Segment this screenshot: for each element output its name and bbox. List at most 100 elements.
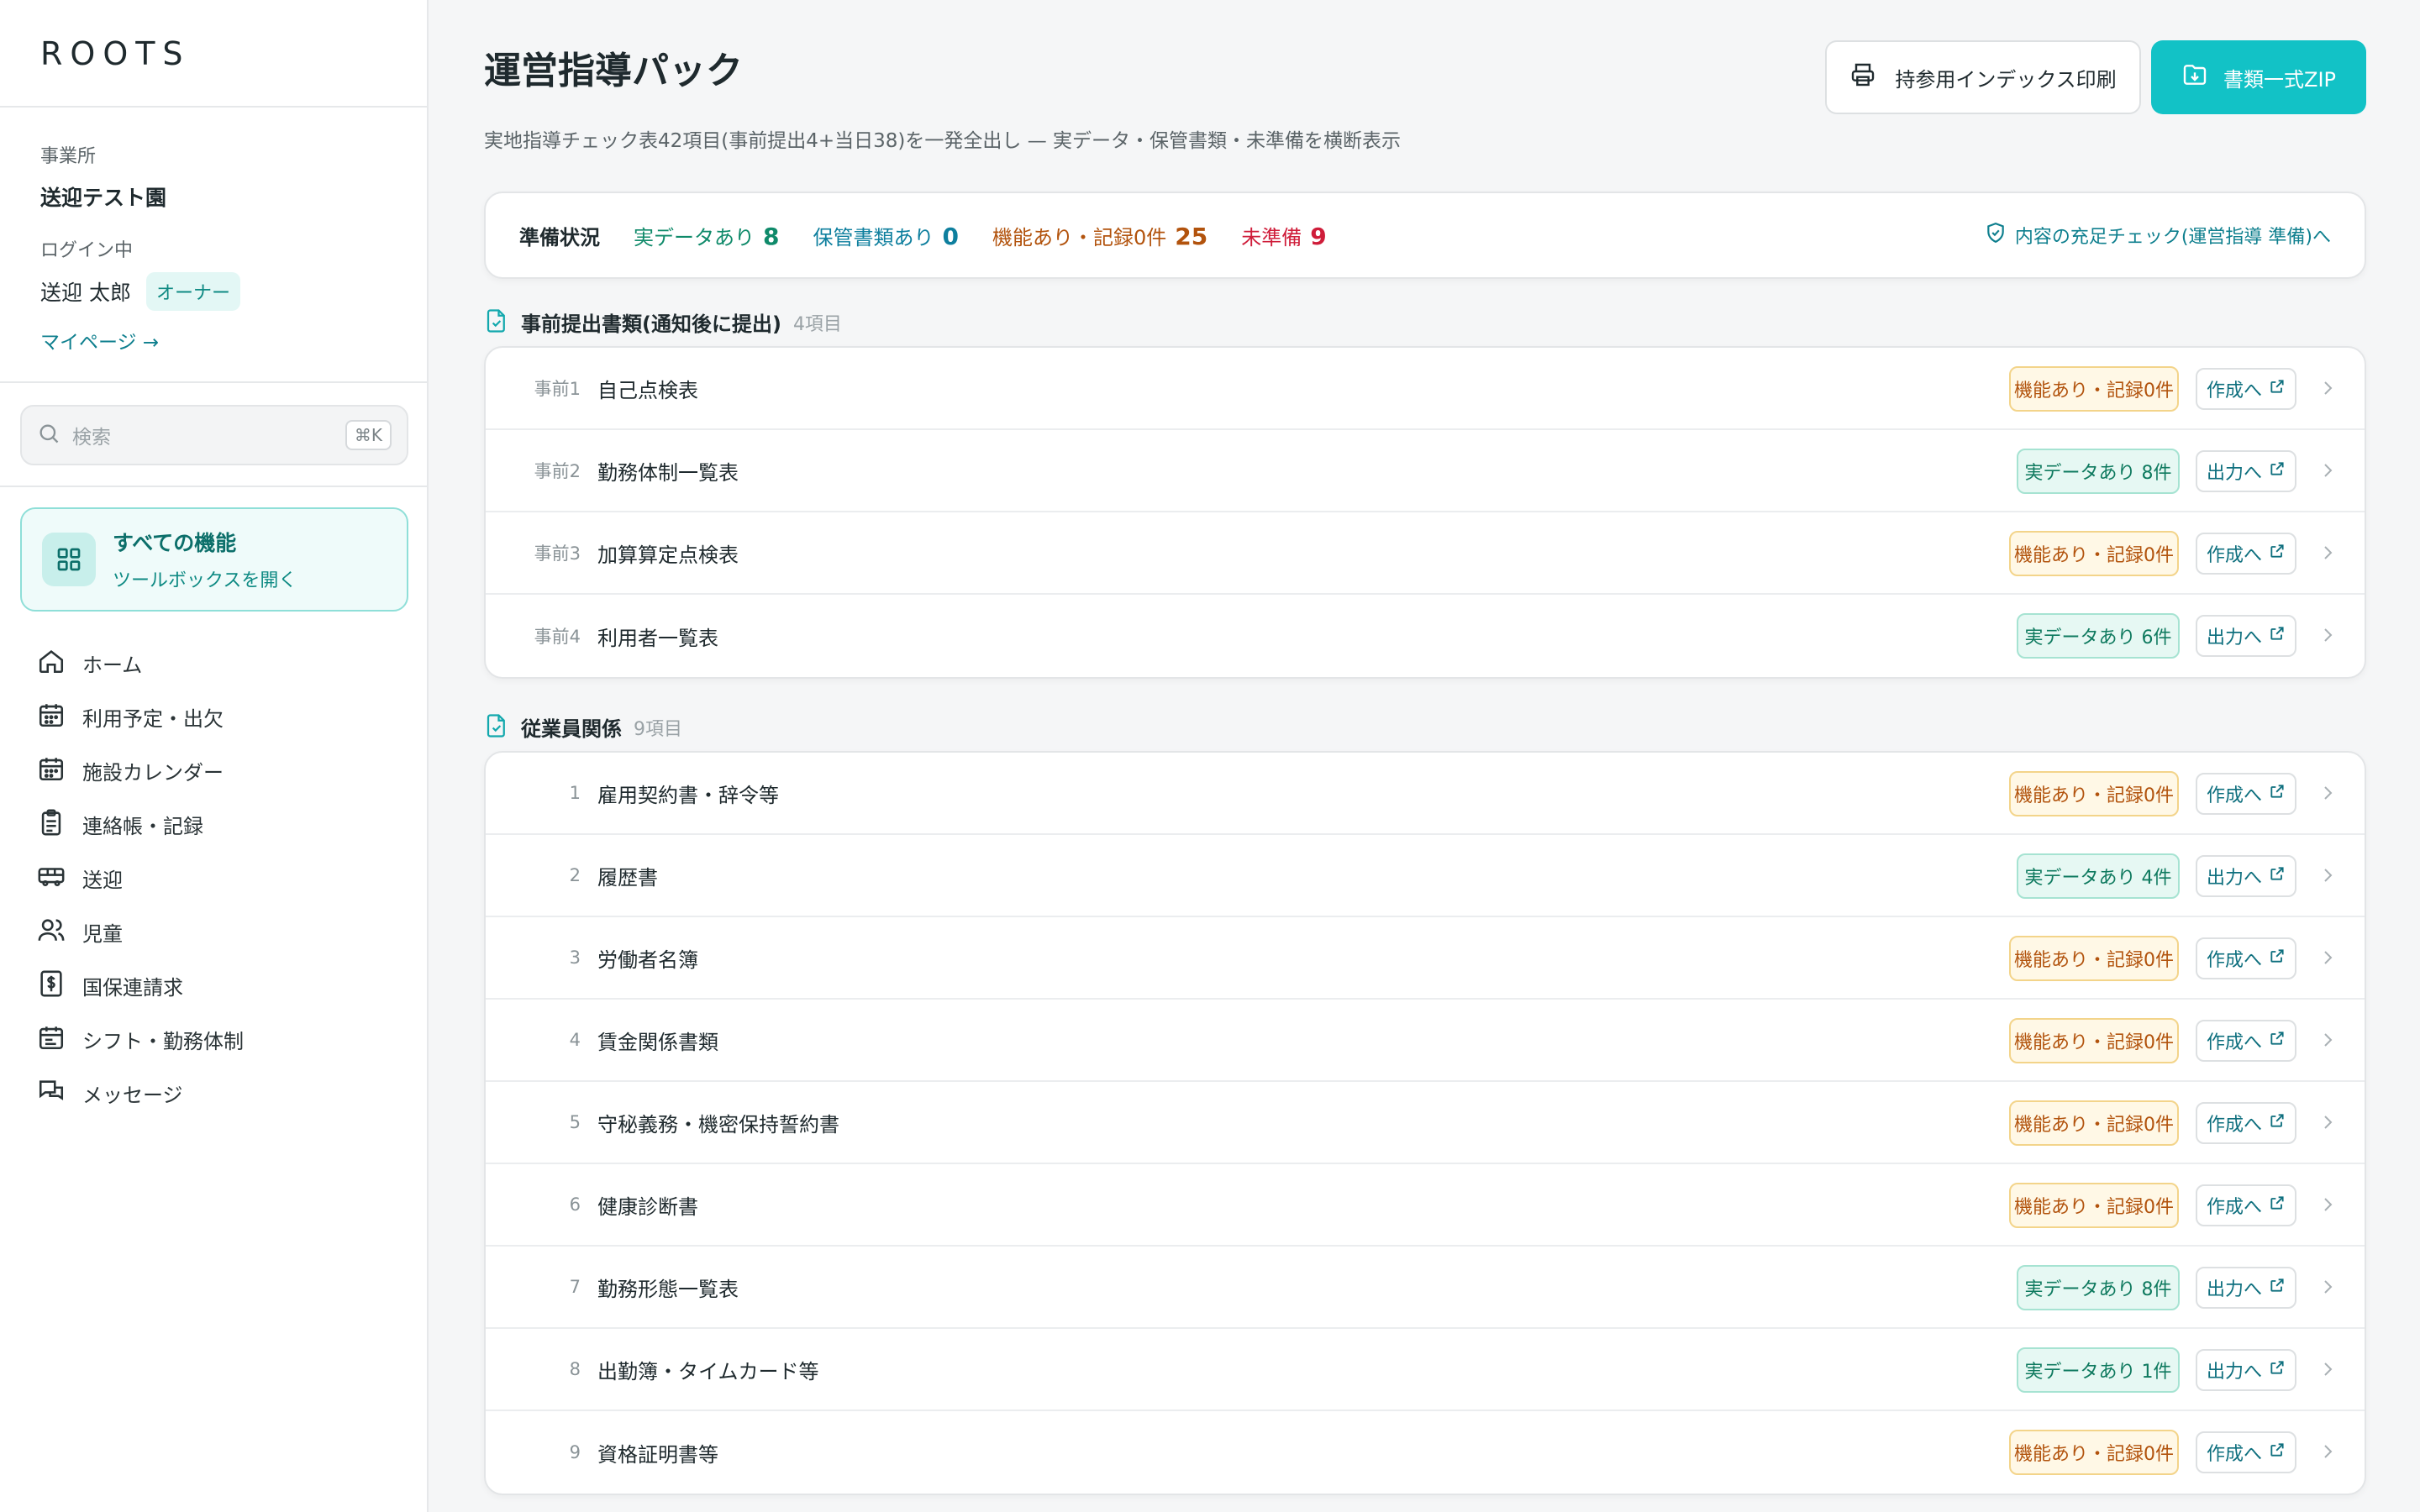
chevron-right-icon[interactable] [2317,543,2338,563]
document-check-icon [484,308,509,337]
action-button[interactable]: 作成へ [2196,1102,2296,1144]
content-check-link[interactable]: 内容の充足チェック(運営指導 準備)へ [1985,222,2331,249]
list-item[interactable]: 3 労働者名簿 機能あり・記録0件 作成へ [486,917,2365,1000]
stat-function-zero: 機能あり・記録0件 25 [992,221,1207,250]
list-item[interactable]: 事前4 利用者一覧表 実データあり 6件 出力へ [486,595,2365,677]
sidebar-item-home[interactable]: ホーム [37,636,244,690]
sidebar-item-children[interactable]: 児童 [37,905,244,958]
sidebar-item-attendance[interactable]: 利用予定・出欠 [37,690,244,743]
action-button[interactable]: 作成へ [2196,773,2296,815]
chevron-right-icon[interactable] [2317,865,2338,885]
list-item[interactable]: 2 履歴書 実データあり 4件 出力へ [486,835,2365,917]
list-item[interactable]: 5 守秘義務・機密保持誓約書 機能あり・記録0件 作成へ [486,1082,2365,1164]
status-badge: 機能あり・記録0件 [2009,1183,2179,1228]
bus-icon [37,862,66,894]
status-badge: 実データあり 4件 [2017,853,2180,899]
list-item[interactable]: 9 資格証明書等 機能あり・記録0件 作成へ [486,1411,2365,1494]
status-badge: 機能あり・記録0件 [2009,1018,2179,1063]
page-title: 運営指導パック [484,50,743,92]
search-placeholder: 検索 [72,427,111,449]
external-link-icon [2269,460,2286,482]
list-item[interactable]: 6 健康診断書 機能あり・記録0件 作成へ [486,1164,2365,1247]
status-badge: 機能あり・記録0件 [2009,366,2179,412]
action-button[interactable]: 作成へ [2196,1020,2296,1062]
sidebar-item-billing[interactable]: 国保連請求 [37,958,244,1012]
action-button[interactable]: 作成へ [2196,368,2296,410]
action-label: 作成へ [2206,950,2262,971]
action-label: 作成へ [2206,1197,2262,1218]
chevron-right-icon[interactable] [2317,378,2338,398]
action-button[interactable]: 作成へ [2196,1184,2296,1226]
list-item[interactable]: 1 雇用契約書・辞令等 機能あり・記録0件 作成へ [486,753,2365,835]
all-functions-button[interactable]: すべての機能 ツールボックスを開く [20,507,408,612]
external-link-icon [2269,378,2286,400]
list-item[interactable]: 事前1 自己点検表 機能あり・記録0件 作成へ [486,348,2365,430]
chevron-right-icon[interactable] [2317,1194,2338,1215]
mypage-link[interactable]: マイページ → [40,326,159,354]
sidebar-item-label: 連絡帳・記録 [82,814,203,838]
stat-label: 機能あり・記録0件 [992,225,1167,249]
external-link-icon [2269,1194,2286,1216]
chevron-right-icon[interactable] [2317,1359,2338,1379]
pre-submission-list: 事前1 自己点検表 機能あり・記録0件 作成へ 事前2 勤務体制一覧表 実データあり 8件出… [484,346,2366,679]
item-number: 2 [569,865,581,885]
content-check-label: 内容の充足チェック(運営指導 準備)へ [2014,227,2331,248]
search-input[interactable]: 検索 ⌘K [20,405,408,465]
external-link-icon [2269,783,2286,805]
list-item[interactable]: 7 勤務形態一覧表 実データあり 8件 出力へ [486,1247,2365,1329]
clipboard-icon [37,808,66,840]
chevron-right-icon[interactable] [2317,625,2338,645]
sidebar-divider [0,106,429,108]
item-number: 6 [569,1194,581,1215]
list-item[interactable]: 4 賃金関係書類 機能あり・記録0件 作成へ [486,1000,2365,1082]
sidebar-item-transport[interactable]: 送迎 [37,851,244,905]
stat-stored-docs: 保管書類あり 0 [813,221,958,250]
item-number: 4 [569,1030,581,1050]
action-label: 出力へ [2206,868,2262,889]
chevron-right-icon[interactable] [2317,460,2338,480]
app-logo[interactable]: ROOTS [40,35,191,72]
chevron-right-icon[interactable] [2317,1112,2338,1132]
item-number: 8 [569,1359,581,1379]
chevron-right-icon[interactable] [2317,1277,2338,1297]
sidebar: ROOTS 事業所 送迎テスト園 ログイン中 送迎 太郎 オーナー マイページ … [0,0,429,1512]
zip-download-button[interactable]: 書類一式ZIP [2151,40,2366,114]
chevron-right-icon[interactable] [2317,948,2338,968]
sidebar-item-facility-calendar[interactable]: 施設カレンダー [37,743,244,797]
chevron-right-icon[interactable] [2317,783,2338,803]
folder-download-icon [2181,61,2208,93]
action-button[interactable]: 出力へ [2196,1349,2296,1391]
stat-count: 0 [942,222,959,250]
sidebar-item-shift[interactable]: シフト・勤務体制 [37,1012,244,1066]
printer-icon [1849,61,1876,93]
action-button[interactable]: 出力へ [2196,615,2296,657]
action-button[interactable]: 作成へ [2196,937,2296,979]
sidebar-item-records[interactable]: 連絡帳・記録 [37,797,244,851]
external-link-icon [2269,625,2286,647]
user-name: 送迎 太郎 [40,281,131,305]
action-button[interactable]: 出力へ [2196,1267,2296,1309]
list-item[interactable]: 事前2 勤務体制一覧表 実データあり 8件 出力へ [486,430,2365,512]
action-label: 作成へ [2206,381,2262,402]
chevron-right-icon[interactable] [2317,1441,2338,1462]
status-badge: 機能あり・記録0件 [2009,1430,2179,1475]
external-link-icon [2269,1030,2286,1052]
readiness-status-bar: 準備状況 実データあり 8 保管書類あり 0 機能あり・記録0件 25 未準備 … [484,192,2366,279]
action-label: 出力へ [2206,627,2262,648]
status-badge: 実データあり 6件 [2017,613,2180,659]
external-link-icon [2269,1359,2286,1381]
calendar-icon [37,754,66,786]
office-label: 事業所 [40,146,97,167]
action-button[interactable]: 作成へ [2196,533,2296,575]
list-item[interactable]: 事前3 加算算定点検表 機能あり・記録0件 作成へ [486,512,2365,595]
chevron-right-icon[interactable] [2317,1030,2338,1050]
list-item[interactable]: 8 出勤簿・タイムカード等 実データあり 1件 出力へ [486,1329,2365,1411]
action-button[interactable]: 出力へ [2196,450,2296,492]
stat-count: 9 [1310,222,1327,250]
search-icon [37,422,60,449]
action-button[interactable]: 出力へ [2196,855,2296,897]
sidebar-item-messages[interactable]: メッセージ [37,1066,244,1120]
print-index-button[interactable]: 持参用インデックス印刷 [1825,40,2141,114]
status-badge: 機能あり・記録0件 [2009,1100,2179,1146]
action-button[interactable]: 作成へ [2196,1431,2296,1473]
